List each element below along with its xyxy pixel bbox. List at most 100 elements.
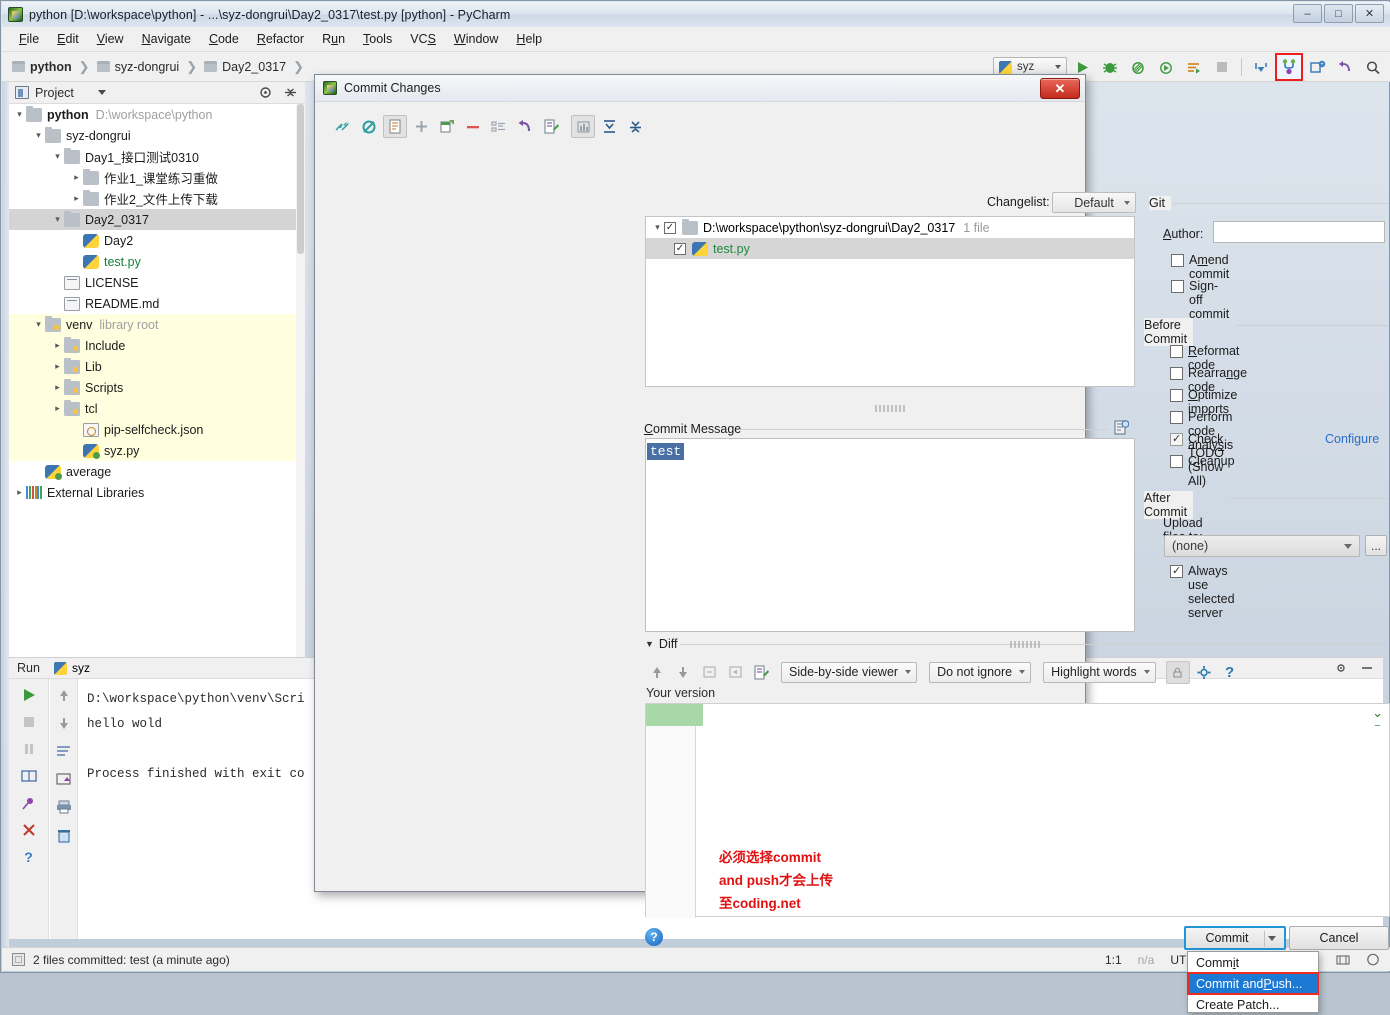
upload-server-select[interactable]: (none) xyxy=(1164,535,1360,557)
chevron-down-icon[interactable] xyxy=(1268,935,1276,941)
tree-item[interactable]: README.md xyxy=(9,293,305,314)
root-checkbox[interactable] xyxy=(664,221,676,234)
caret-position[interactable]: 1:1 xyxy=(1105,953,1122,967)
breadcrumb-day2[interactable]: Day2_0317 xyxy=(204,60,286,74)
chevron-right-icon[interactable] xyxy=(51,340,64,351)
menu-item-commit-and-push[interactable]: Commit and Push... xyxy=(1187,972,1319,995)
stop-icon[interactable] xyxy=(18,711,40,733)
menu-window[interactable]: Window xyxy=(445,29,507,49)
tree-item[interactable]: External Libraries xyxy=(9,482,305,503)
debug-icon[interactable] xyxy=(1097,54,1123,80)
commit-message-input[interactable]: test xyxy=(645,438,1135,632)
changelist-select[interactable]: Default xyxy=(1052,192,1136,213)
line-separator[interactable]: n/a xyxy=(1138,953,1155,967)
chevron-right-icon[interactable] xyxy=(13,487,26,498)
chevron-right-icon[interactable] xyxy=(51,382,64,393)
configure-link[interactable]: Configure xyxy=(1325,432,1379,446)
lock-icon[interactable] xyxy=(1165,660,1190,684)
project-tree[interactable]: python D:\workspace\python syz-dongrui Day1… xyxy=(9,104,305,657)
soft-wrap-icon[interactable] xyxy=(53,740,75,762)
cleanup-checkbox[interactable] xyxy=(1170,455,1183,468)
pin-icon[interactable] xyxy=(18,792,40,814)
help-icon[interactable]: ? xyxy=(18,846,40,868)
chevron-down-icon[interactable] xyxy=(97,90,106,95)
tree-item[interactable]: average xyxy=(9,461,305,482)
move-to-changelist-icon[interactable] xyxy=(435,115,459,138)
close-button[interactable]: ✕ xyxy=(1355,4,1384,23)
scrollbar-thumb[interactable] xyxy=(297,104,304,254)
chevron-down-icon[interactable] xyxy=(32,319,45,330)
diff-splitter-grip[interactable] xyxy=(1010,641,1042,648)
refresh-changes-icon[interactable] xyxy=(331,115,355,138)
restore-layout-icon[interactable] xyxy=(18,765,40,787)
event-log-icon[interactable] xyxy=(1366,953,1380,966)
add-icon[interactable] xyxy=(409,115,433,138)
menu-help[interactable]: Help xyxy=(507,29,551,49)
trash-icon[interactable] xyxy=(53,824,75,846)
tree-item[interactable]: Day1_接口测试0310 xyxy=(9,146,305,167)
edit-source-icon[interactable] xyxy=(749,661,773,684)
chevron-down-icon[interactable] xyxy=(32,130,45,141)
window-controls[interactable]: – □ ✕ xyxy=(1293,4,1384,23)
rearrange-code-checkbox[interactable] xyxy=(1170,367,1183,380)
up-arrow-icon[interactable] xyxy=(53,684,75,706)
diff-scroll-marker-icon[interactable]: ⌄ – xyxy=(1372,706,1383,731)
dialog-close-button[interactable]: ✕ xyxy=(1040,78,1080,99)
chevron-right-icon[interactable] xyxy=(70,193,83,204)
collapse-all-icon[interactable] xyxy=(623,115,647,138)
tree-item[interactable]: Day2_0317 xyxy=(9,209,305,230)
reformat-code-checkbox[interactable] xyxy=(1170,345,1183,358)
group-by-directory-icon[interactable] xyxy=(487,115,511,138)
tree-item[interactable]: Lib xyxy=(9,356,305,377)
diff-ignore-select[interactable]: Do not ignore xyxy=(929,661,1032,683)
author-field[interactable] xyxy=(1213,221,1385,243)
menu-item-create-patch[interactable]: Create Patch... xyxy=(1188,994,1318,1015)
revert-icon[interactable] xyxy=(513,115,537,138)
chevron-right-icon[interactable] xyxy=(70,172,83,183)
perform-code-analysis-checkbox[interactable] xyxy=(1170,411,1183,424)
changed-file-row[interactable]: test.py xyxy=(646,238,1134,259)
tree-item[interactable]: python D:\workspace\python xyxy=(9,104,305,125)
menu-vcs[interactable]: VCS xyxy=(401,29,445,49)
help-icon[interactable]: ? xyxy=(1218,661,1242,684)
chevron-down-icon[interactable] xyxy=(51,151,64,162)
always-use-server-checkbox[interactable] xyxy=(1170,564,1183,578)
tree-item[interactable]: syz.py xyxy=(9,440,305,461)
diff-section-header[interactable]: ▼ Diff xyxy=(645,637,677,651)
diff-viewer-select[interactable]: Side-by-side viewer xyxy=(781,661,918,683)
accept-left-icon[interactable] xyxy=(697,661,721,684)
tree-item[interactable]: syz-dongrui xyxy=(9,125,305,146)
signoff-commit-checkbox[interactable] xyxy=(1171,280,1184,293)
next-diff-icon[interactable] xyxy=(671,661,695,684)
tree-item[interactable]: Day2 xyxy=(9,230,305,251)
menu-run[interactable]: Run xyxy=(313,29,354,49)
tree-item[interactable]: 作业1_课堂练习重做 xyxy=(9,167,305,188)
show-diff-icon[interactable] xyxy=(383,115,407,138)
profile-icon[interactable] xyxy=(1153,54,1179,80)
configure-servers-button[interactable]: ... xyxy=(1365,535,1387,556)
chevron-right-icon[interactable] xyxy=(51,361,64,372)
menu-edit[interactable]: Edit xyxy=(48,29,88,49)
prev-diff-icon[interactable] xyxy=(645,661,669,684)
undo-icon[interactable] xyxy=(1332,54,1358,80)
close-icon[interactable] xyxy=(18,819,40,841)
expand-all-icon[interactable] xyxy=(597,115,621,138)
memory-indicator-icon[interactable] xyxy=(1336,953,1350,966)
menu-code[interactable]: Code xyxy=(200,29,248,49)
dialog-help-button[interactable]: ? xyxy=(645,928,663,946)
gear-icon[interactable] xyxy=(1335,662,1349,674)
collapse-all-icon[interactable] xyxy=(284,86,297,99)
menu-tools[interactable]: Tools xyxy=(354,29,401,49)
locate-icon[interactable] xyxy=(259,86,272,99)
chevron-right-icon[interactable] xyxy=(51,403,64,414)
settings-icon[interactable] xyxy=(1192,661,1216,684)
run-with-console-icon[interactable] xyxy=(1181,54,1207,80)
tree-item[interactable]: venv library root xyxy=(9,314,305,335)
commit-message-history-icon[interactable] xyxy=(1114,420,1130,438)
print-icon[interactable] xyxy=(53,796,75,818)
rollback-icon[interactable] xyxy=(357,115,381,138)
tree-item[interactable]: LICENSE xyxy=(9,272,305,293)
tree-item[interactable]: Include xyxy=(9,335,305,356)
down-arrow-icon[interactable] xyxy=(53,712,75,734)
splitter-grip[interactable] xyxy=(875,405,907,412)
